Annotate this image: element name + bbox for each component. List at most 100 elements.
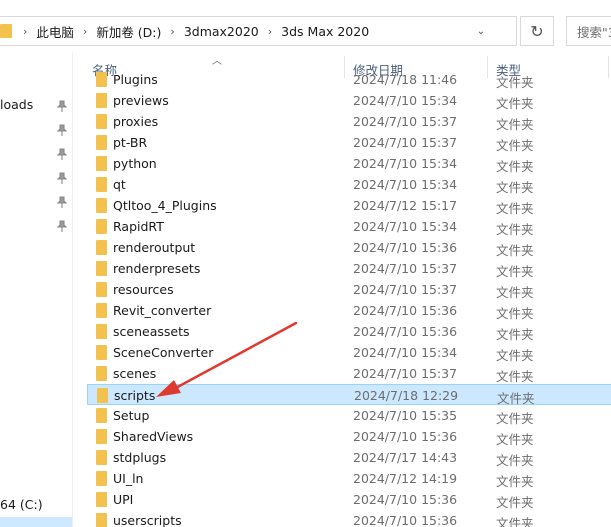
file-row[interactable]: proxies 2024/7/10 15:37 文件夹 xyxy=(87,111,611,132)
file-name: pt-BR xyxy=(113,135,148,150)
folder-icon xyxy=(96,303,107,318)
file-modified-date: 2024/7/12 15:17 xyxy=(353,198,458,213)
file-type: 文件夹 xyxy=(496,285,534,300)
address-bar[interactable]: › 此电脑 › 新加卷 (D:) › 3dmax2020 › 3ds Max 2020… xyxy=(0,16,517,46)
file-type: 文件夹 xyxy=(496,222,534,237)
breadcrumb-item-this-pc[interactable]: 此电脑 › xyxy=(32,17,92,45)
file-modified-date: 2024/7/10 15:36 xyxy=(353,513,458,527)
file-row[interactable]: stdplugs 2024/7/17 14:43 文件夹 xyxy=(87,447,611,468)
chevron-right-icon: › xyxy=(82,24,88,38)
folder-icon xyxy=(96,72,107,87)
file-name: Revit_converter xyxy=(113,303,212,318)
file-type: 文件夹 xyxy=(496,453,534,468)
folder-icon xyxy=(96,345,107,360)
file-type: 文件夹 xyxy=(496,474,534,489)
file-row[interactable]: userscripts 2024/7/10 15:36 文件夹 xyxy=(87,510,611,527)
file-type: 文件夹 xyxy=(496,201,534,216)
file-type: 文件夹 xyxy=(496,348,534,363)
file-row[interactable]: previews 2024/7/10 15:34 文件夹 xyxy=(87,90,611,111)
file-modified-date: 2024/7/10 15:34 xyxy=(353,345,458,360)
file-row[interactable]: Revit_converter 2024/7/10 15:36 文件夹 xyxy=(87,300,611,321)
file-modified-date: 2024/7/10 15:34 xyxy=(353,177,458,192)
file-row[interactable]: sceneassets 2024/7/10 15:36 文件夹 xyxy=(87,321,611,342)
nav-item-drive-c[interactable]: 64 (C:) xyxy=(0,497,43,512)
search-input[interactable]: 搜索"3 xyxy=(566,16,611,46)
file-row[interactable]: UI_ln 2024/7/12 14:19 文件夹 xyxy=(87,468,611,489)
file-row[interactable]: SceneConverter 2024/7/10 15:34 文件夹 xyxy=(87,342,611,363)
breadcrumb-item-drive-d[interactable]: 新加卷 (D:) › xyxy=(92,17,179,45)
file-row[interactable]: UPI 2024/7/10 15:36 文件夹 xyxy=(87,489,611,510)
file-row[interactable]: Plugins 2024/7/18 11:46 文件夹 xyxy=(87,70,611,90)
folder-icon xyxy=(96,261,107,276)
file-name: UI_ln xyxy=(113,471,144,486)
file-name: RapidRT xyxy=(113,219,164,234)
file-name: UPI xyxy=(113,492,134,507)
folder-icon xyxy=(96,93,107,108)
folder-icon xyxy=(96,366,107,381)
file-modified-date: 2024/7/10 15:36 xyxy=(353,240,458,255)
file-name: stdplugs xyxy=(113,450,167,465)
file-modified-date: 2024/7/10 15:36 xyxy=(353,324,458,339)
file-type: 文件夹 xyxy=(496,243,534,258)
folder-icon xyxy=(96,156,107,171)
file-type: 文件夹 xyxy=(496,516,534,527)
folder-icon xyxy=(96,282,107,297)
nav-selection-highlight xyxy=(0,517,72,527)
file-modified-date: 2024/7/18 12:29 xyxy=(354,388,459,403)
file-row[interactable]: qt 2024/7/10 15:34 文件夹 xyxy=(87,174,611,195)
folder-icon xyxy=(96,450,107,465)
file-name: Plugins xyxy=(113,72,158,87)
file-name: python xyxy=(113,156,157,171)
file-row[interactable]: RapidRT 2024/7/10 15:34 文件夹 xyxy=(87,216,611,237)
file-name: resources xyxy=(113,282,174,297)
chevron-right-icon: › xyxy=(170,24,175,38)
file-row[interactable]: Qtltoo_4_Plugins 2024/7/12 15:17 文件夹 xyxy=(87,195,611,216)
chevron-right-icon: › xyxy=(267,24,273,38)
refresh-button[interactable]: ↻ xyxy=(520,16,554,46)
file-modified-date: 2024/7/10 15:37 xyxy=(353,114,458,129)
file-row[interactable]: pt-BR 2024/7/10 15:37 文件夹 xyxy=(87,132,611,153)
folder-icon xyxy=(96,177,107,192)
file-modified-date: 2024/7/10 15:36 xyxy=(353,492,458,507)
file-row[interactable]: Setup 2024/7/10 15:35 文件夹 xyxy=(87,405,611,426)
file-name: renderpresets xyxy=(113,261,201,276)
breadcrumb-sep-0[interactable]: › xyxy=(18,17,32,45)
pin-icon xyxy=(56,196,68,208)
file-name: scripts xyxy=(114,388,156,403)
top-cutoff-strip xyxy=(0,0,611,6)
file-row[interactable]: SharedViews 2024/7/10 15:36 文件夹 xyxy=(87,426,611,447)
file-name: scenes xyxy=(113,366,157,381)
file-modified-date: 2024/7/10 15:34 xyxy=(353,156,458,171)
file-modified-date: 2024/7/10 15:37 xyxy=(353,282,458,297)
address-dropdown-icon[interactable]: ⌄ xyxy=(470,17,492,45)
file-modified-date: 2024/7/10 15:35 xyxy=(353,408,458,423)
file-name: qt xyxy=(113,177,126,192)
breadcrumb-item-3ds-max-2020[interactable]: 3ds Max 2020 xyxy=(277,17,373,45)
folder-icon xyxy=(96,135,107,150)
file-row[interactable]: renderpresets 2024/7/10 15:37 文件夹 xyxy=(87,258,611,279)
breadcrumb-label: 此电脑 xyxy=(36,24,74,40)
chevron-right-icon: › xyxy=(23,24,28,38)
pin-icon xyxy=(56,100,68,112)
folder-icon xyxy=(0,24,12,38)
file-modified-date: 2024/7/10 15:37 xyxy=(353,135,458,150)
breadcrumb-item-3dmax2020[interactable]: 3dmax2020 › xyxy=(180,17,277,45)
file-type: 文件夹 xyxy=(496,264,534,279)
file-row[interactable]: scripts 2024/7/18 12:29 文件夹 xyxy=(87,384,611,406)
refresh-icon: ↻ xyxy=(530,21,544,41)
file-row[interactable]: python 2024/7/10 15:34 文件夹 xyxy=(87,153,611,174)
file-type: 文件夹 xyxy=(496,159,534,174)
file-list: Plugins 2024/7/18 11:46 文件夹 previews 2024/7/… xyxy=(80,70,611,527)
file-name: sceneassets xyxy=(113,324,190,339)
file-row[interactable]: renderoutput 2024/7/10 15:36 文件夹 xyxy=(87,237,611,258)
address-row: › 此电脑 › 新加卷 (D:) › 3dmax2020 › 3ds Max 2020… xyxy=(0,10,611,52)
nav-item-downloads[interactable]: loads xyxy=(0,97,33,112)
file-modified-date: 2024/7/10 15:34 xyxy=(353,93,458,108)
breadcrumb-label: 3ds Max 2020 xyxy=(281,23,370,39)
file-name: proxies xyxy=(113,114,159,129)
file-name: SharedViews xyxy=(113,429,194,444)
file-type: 文件夹 xyxy=(496,411,534,426)
file-row[interactable]: scenes 2024/7/10 15:37 文件夹 xyxy=(87,363,611,384)
file-row[interactable]: resources 2024/7/10 15:37 文件夹 xyxy=(87,279,611,300)
file-type: 文件夹 xyxy=(496,495,534,510)
